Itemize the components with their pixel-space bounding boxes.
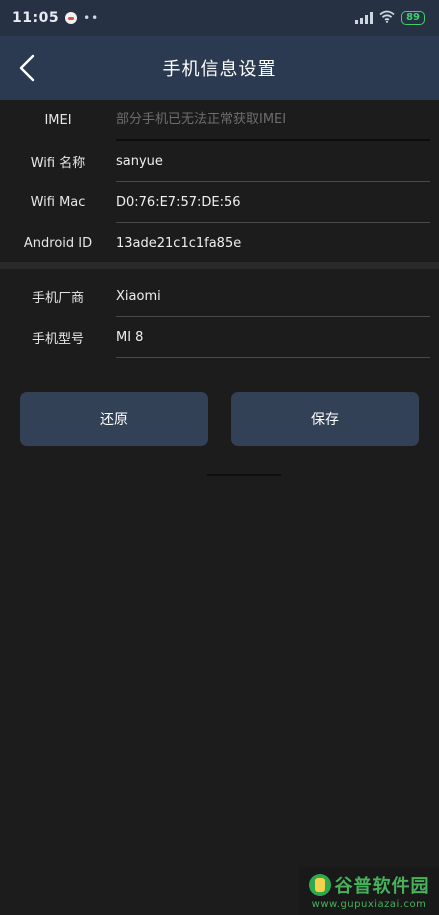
back-button[interactable] <box>12 52 42 84</box>
status-bar: 11:05 •• 89 <box>0 0 439 36</box>
imei-label: IMEI <box>44 113 72 128</box>
wifi-mac-input[interactable] <box>116 182 430 223</box>
qq-bird-icon <box>65 12 78 24</box>
section-divider <box>0 262 439 269</box>
imei-row: IMEI <box>0 100 439 141</box>
watermark-name: 谷普软件园 <box>334 876 430 897</box>
manufacturer-label: 手机厂商 <box>31 291 84 306</box>
wifi-mac-label: Wifi Mac <box>30 195 86 210</box>
manufacturer-row: 手机厂商 <box>0 276 439 317</box>
chevron-left-icon <box>19 54 35 82</box>
watermark: 谷普软件园 www.gupuxiazai.com <box>299 867 439 915</box>
device-model-section: 手机厂商 手机型号 <box>0 276 439 358</box>
manufacturer-input[interactable] <box>116 276 430 317</box>
wifi-mac-row: Wifi Mac <box>0 182 439 223</box>
model-input[interactable] <box>116 317 430 358</box>
watermark-logo: 谷普软件园 <box>308 872 430 898</box>
signal-icon <box>355 12 374 24</box>
status-bar-right: 89 <box>355 10 425 27</box>
watermark-url: www.gupuxiazai.com <box>311 899 427 910</box>
android-id-input[interactable] <box>116 223 430 264</box>
restore-button[interactable]: 还原 <box>20 392 208 446</box>
divider-line <box>207 474 281 476</box>
battery-icon: 89 <box>401 11 425 25</box>
status-time: 11:05 <box>12 10 60 26</box>
app-bar: 手机信息设置 <box>0 36 439 100</box>
model-row: 手机型号 <box>0 317 439 358</box>
wifi-name-label: Wifi 名称 <box>30 156 86 171</box>
imei-input[interactable] <box>116 100 430 141</box>
wifi-icon <box>379 10 395 27</box>
gupu-logo-icon <box>308 874 331 896</box>
model-label: 手机型号 <box>31 332 84 347</box>
wifi-name-row: Wifi 名称 <box>0 141 439 182</box>
android-id-label: Android ID <box>23 236 93 251</box>
status-bar-left: 11:05 •• <box>12 10 99 26</box>
device-network-section: IMEI Wifi 名称 Wifi Mac Android ID <box>0 100 439 264</box>
notification-dots: •• <box>83 11 100 25</box>
wifi-name-input[interactable] <box>116 141 430 182</box>
save-button[interactable]: 保存 <box>231 392 419 446</box>
page-title: 手机信息设置 <box>162 59 277 80</box>
android-id-row: Android ID <box>0 223 439 264</box>
